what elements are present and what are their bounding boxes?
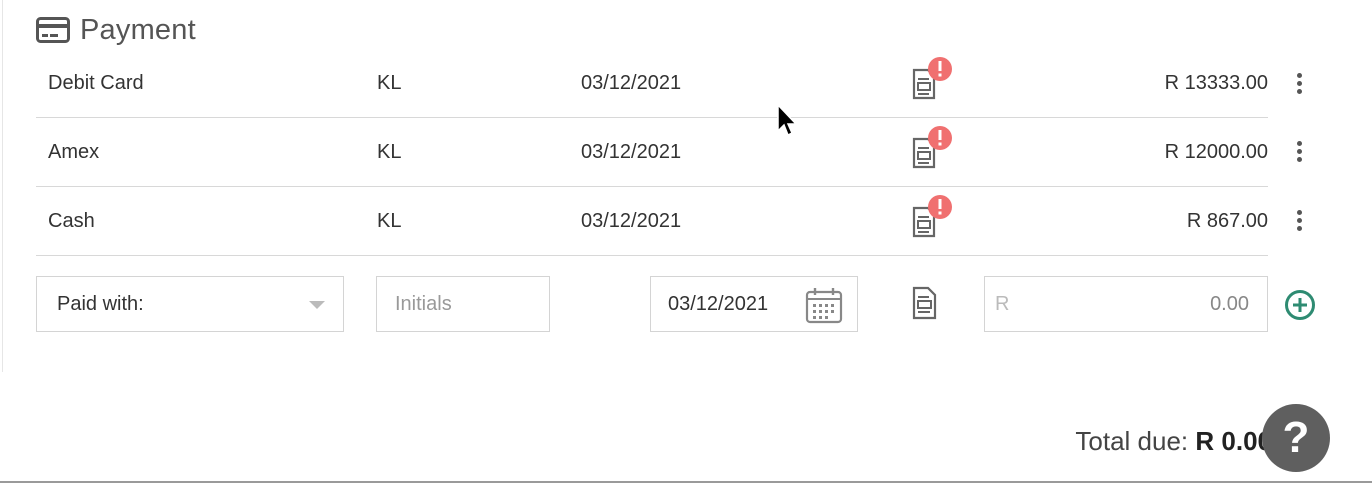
paid-with-label: Paid with: xyxy=(57,293,144,315)
receipt-icon[interactable] xyxy=(910,286,940,325)
payment-row: Debit Card KL 03/12/2021 R 13333.00 xyxy=(36,49,1268,118)
payment-method: Amex xyxy=(48,141,100,163)
row-menu-icon[interactable] xyxy=(1289,70,1309,100)
payment-initials: KL xyxy=(377,141,402,163)
total-due-amount: R 0.00 xyxy=(1195,426,1272,456)
bottom-divider xyxy=(0,481,1372,483)
date-field[interactable] xyxy=(650,276,858,332)
date-input[interactable] xyxy=(668,277,798,331)
amount-field[interactable]: R xyxy=(984,276,1268,332)
total-due-label: Total due: xyxy=(1075,426,1196,456)
amount-input[interactable] xyxy=(1049,277,1249,331)
row-menu-icon[interactable] xyxy=(1289,138,1309,168)
paid-with-select[interactable]: Paid with: xyxy=(36,276,344,332)
initials-input[interactable] xyxy=(395,277,535,331)
row-menu-icon[interactable] xyxy=(1289,207,1309,237)
receipt-alert-icon[interactable] xyxy=(910,187,960,255)
mouse-cursor-icon xyxy=(776,103,800,144)
credit-card-icon xyxy=(36,17,70,43)
add-payment-button[interactable] xyxy=(1284,289,1316,326)
currency-symbol: R xyxy=(995,293,1010,315)
receipt-alert-icon[interactable] xyxy=(910,118,960,186)
initials-field[interactable] xyxy=(376,276,550,332)
payment-row: Cash KL 03/12/2021 R 867.00 xyxy=(36,187,1268,256)
calendar-icon[interactable] xyxy=(805,286,843,329)
dropdown-caret-icon xyxy=(309,301,325,309)
payment-date: 03/12/2021 xyxy=(581,210,682,232)
payment-method: Cash xyxy=(48,210,95,232)
payment-amount: R 13333.00 xyxy=(1164,72,1268,94)
payment-initials: KL xyxy=(377,72,402,94)
payment-section-header: Payment xyxy=(36,10,196,50)
payment-initials: KL xyxy=(377,210,402,232)
payment-row: Amex KL 03/12/2021 R 12000.00 xyxy=(36,118,1268,187)
section-title: Payment xyxy=(80,13,196,46)
plus-circle-icon xyxy=(1285,290,1315,320)
left-border xyxy=(2,0,3,372)
total-due: Total due: R 0.00 xyxy=(1075,426,1272,457)
payment-amount: R 867.00 xyxy=(1186,210,1268,232)
payment-date: 03/12/2021 xyxy=(581,141,682,163)
help-button[interactable]: ? xyxy=(1262,404,1330,472)
payment-date: 03/12/2021 xyxy=(581,72,682,94)
receipt-alert-icon[interactable] xyxy=(910,49,960,117)
payment-method: Debit Card xyxy=(48,72,144,94)
payment-amount: R 12000.00 xyxy=(1164,141,1268,163)
